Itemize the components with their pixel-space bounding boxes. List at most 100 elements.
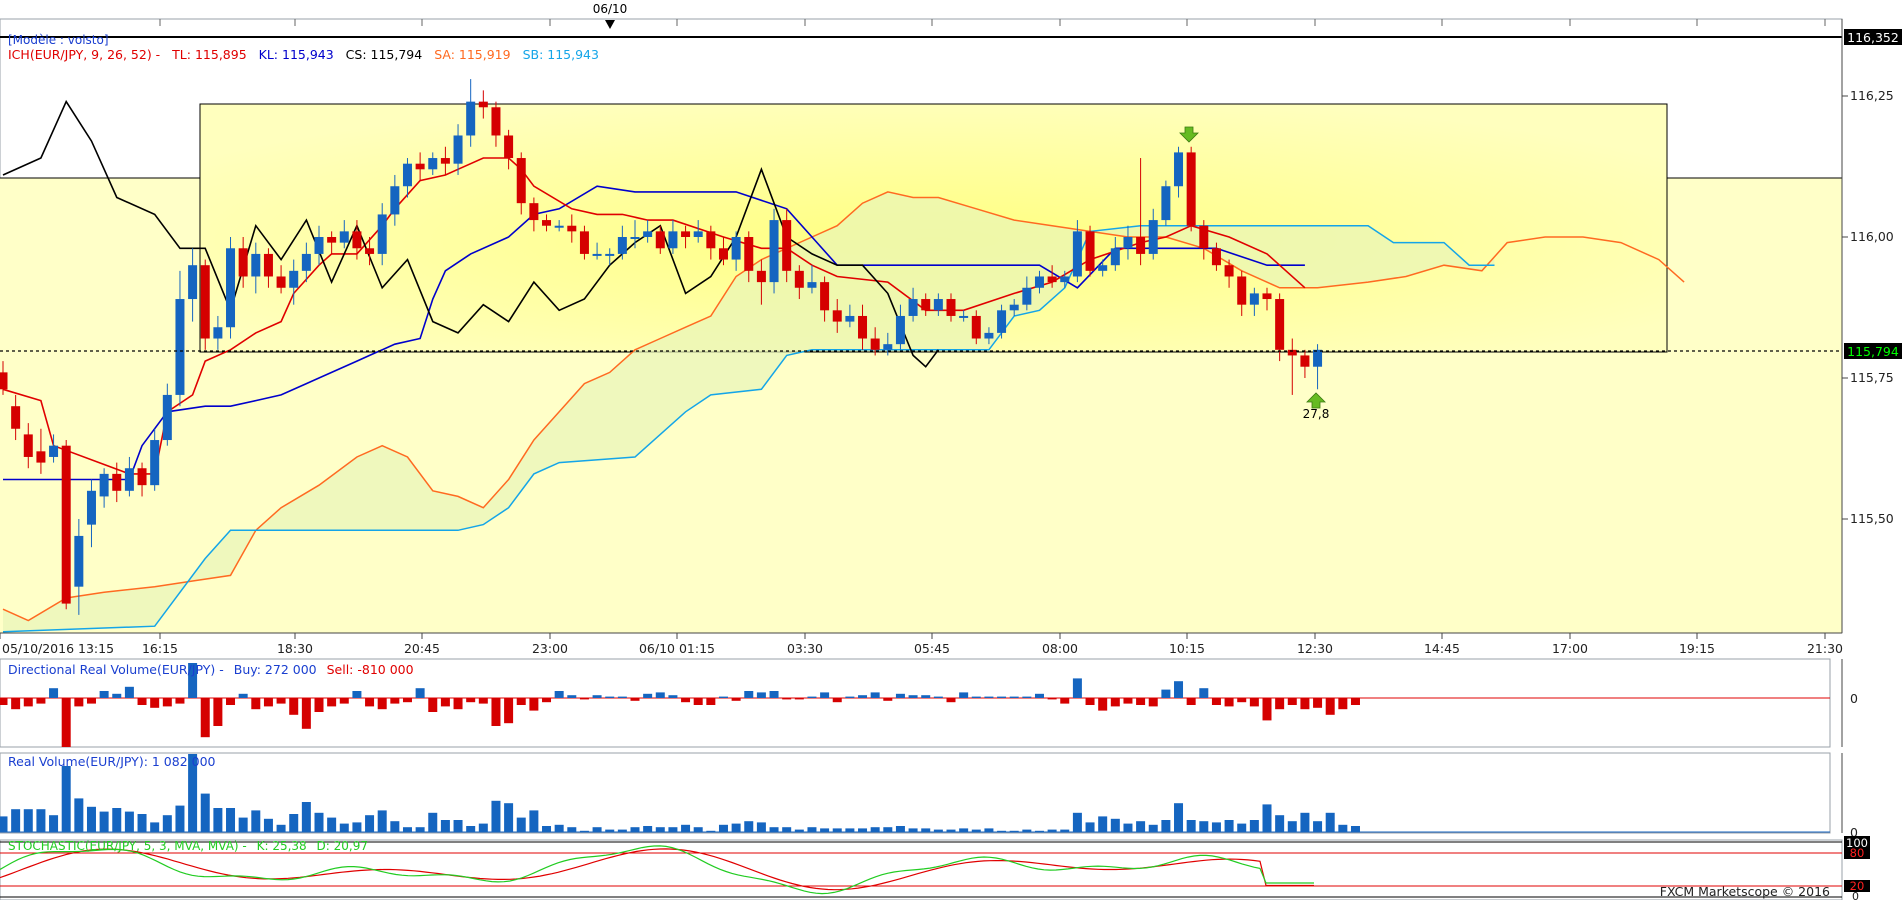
candle-down	[23, 434, 33, 457]
stochastic-k-value: K: 25,38	[257, 839, 307, 853]
real-volume-bar	[390, 821, 400, 832]
real-volume-bar	[327, 817, 337, 832]
candle-down	[1186, 152, 1196, 226]
dir-volume-bar	[832, 698, 842, 703]
candle-up	[1022, 287, 1032, 305]
directional-volume-panel[interactable]: Directional Real Volume(EUR/JPY) - Buy: …	[0, 658, 1858, 748]
real-volume-bar	[997, 830, 1007, 832]
candle-down	[112, 473, 122, 491]
real-volume-bar	[1300, 812, 1310, 832]
candle-up	[402, 163, 412, 187]
trading-chart: 27,8 [Modèle : volsto] ICH(EUR/JPY, 9, 2…	[0, 2, 1902, 900]
candle-up	[1072, 231, 1082, 277]
real-volume-bar	[137, 814, 147, 832]
candle-up	[226, 248, 236, 328]
real-volume-bar	[377, 810, 387, 832]
dir-volume-bar	[36, 698, 46, 704]
candle-down	[946, 299, 956, 316]
candle-down	[11, 406, 21, 429]
time-label: 03:30	[787, 641, 823, 656]
real-volume-bar	[567, 827, 577, 832]
time-label: 21:30	[1807, 641, 1843, 656]
candle-down	[1300, 355, 1310, 367]
candle-up	[895, 315, 905, 345]
dir-volume-bar	[794, 698, 804, 700]
time-label: 08:00	[1042, 641, 1078, 656]
real-volume-bar	[1047, 829, 1057, 832]
time-label: 23:00	[532, 641, 568, 656]
real-volume-bar	[579, 830, 589, 832]
dir-volume-bar	[921, 695, 931, 698]
candle-up	[554, 225, 564, 228]
time-label: 12:30	[1297, 641, 1333, 656]
dir-volume-bar	[567, 695, 577, 698]
candle-down	[440, 158, 450, 164]
real-volume-bar	[1249, 820, 1259, 832]
dir-volume-bar	[1174, 681, 1184, 698]
real-volume-bar	[504, 803, 514, 832]
dir-volume-bar	[959, 692, 969, 698]
dir-volume-bar	[440, 698, 450, 707]
dir-volume-bar	[1224, 698, 1234, 707]
candle-up	[984, 332, 994, 339]
candle-up	[86, 490, 96, 525]
candle-up	[605, 253, 615, 256]
real-volume-bar	[99, 811, 109, 832]
real-volume-bar	[681, 824, 691, 832]
dir-volume-bar	[718, 696, 728, 698]
candle-down	[1199, 225, 1209, 249]
dir-volume-bar	[655, 692, 665, 698]
real-volume-panel[interactable]: Real Volume(EUR/JPY): 1 082 000 0	[0, 752, 1858, 840]
dir-volume-bar	[845, 696, 855, 698]
dir-volume-bar	[1123, 698, 1133, 704]
candle-up	[959, 315, 969, 318]
dir-volume-bar	[276, 698, 286, 704]
dir-volume-legend: Directional Real Volume(EUR/JPY) - Buy: …	[8, 662, 414, 677]
real-volume-bar	[858, 828, 868, 832]
dir-volume-buy: Buy: 272 000	[234, 662, 317, 677]
dir-volume-bar	[1161, 689, 1171, 698]
time-axis[interactable]: 05/10/2016 13:15 16:15 18:30 20:45 23:00 06/1…	[0, 632, 1843, 656]
price-axis[interactable]: 116,25 116,00 115,75 115,50 116,352 115,…	[1841, 19, 1902, 633]
main-price-panel[interactable]: 27,8 [Modèle : volsto] ICH(EUR/JPY, 9, 2…	[0, 18, 1843, 634]
candle-down	[327, 237, 337, 243]
dir-volume-bar	[643, 693, 653, 698]
stochastic-panel[interactable]: STOCHASTIC(EUR/JPY, 5, 3, MVA, MVA) - K:…	[0, 836, 1870, 900]
dir-volume-bar	[756, 692, 766, 698]
candle-up	[908, 299, 918, 316]
dir-volume-bar	[1022, 696, 1032, 698]
dir-volume-bar	[706, 698, 716, 705]
dir-volume-bar	[327, 698, 337, 707]
high-price-label: 116,352	[1847, 30, 1899, 45]
real-volume-bar	[693, 827, 703, 832]
candle-down	[238, 248, 248, 277]
candle-down	[794, 270, 804, 288]
real-volume-bar	[782, 827, 792, 832]
dir-volume-bar	[74, 698, 84, 707]
dir-volume-bar	[1325, 698, 1335, 715]
dir-volume-bar	[99, 691, 109, 698]
real-volume-bar	[592, 827, 602, 832]
real-volume-bar	[718, 824, 728, 832]
real-volume-bar	[820, 828, 830, 832]
candle-up	[1009, 304, 1019, 311]
candle-up	[339, 231, 349, 243]
dir-volume-bar	[504, 698, 514, 724]
dir-volume-bar	[895, 693, 905, 698]
dir-volume-bar	[883, 698, 893, 701]
dir-volume-bar	[1313, 698, 1323, 708]
price-tick-label: 115,50	[1850, 511, 1894, 526]
real-volume-bar	[238, 817, 248, 832]
dir-volume-bar	[731, 698, 741, 701]
candle-up	[630, 237, 640, 239]
real-volume-bar	[1313, 821, 1323, 832]
candle-down	[579, 231, 589, 254]
real-volume-bar	[491, 800, 501, 832]
dir-volume-bar	[542, 698, 552, 703]
real-volume-bar	[352, 822, 362, 832]
real-volume-bar	[1072, 812, 1082, 832]
candle-up	[175, 299, 185, 395]
candle-down	[36, 451, 46, 463]
real-volume-bar	[213, 808, 223, 832]
candle-up	[1174, 152, 1184, 187]
